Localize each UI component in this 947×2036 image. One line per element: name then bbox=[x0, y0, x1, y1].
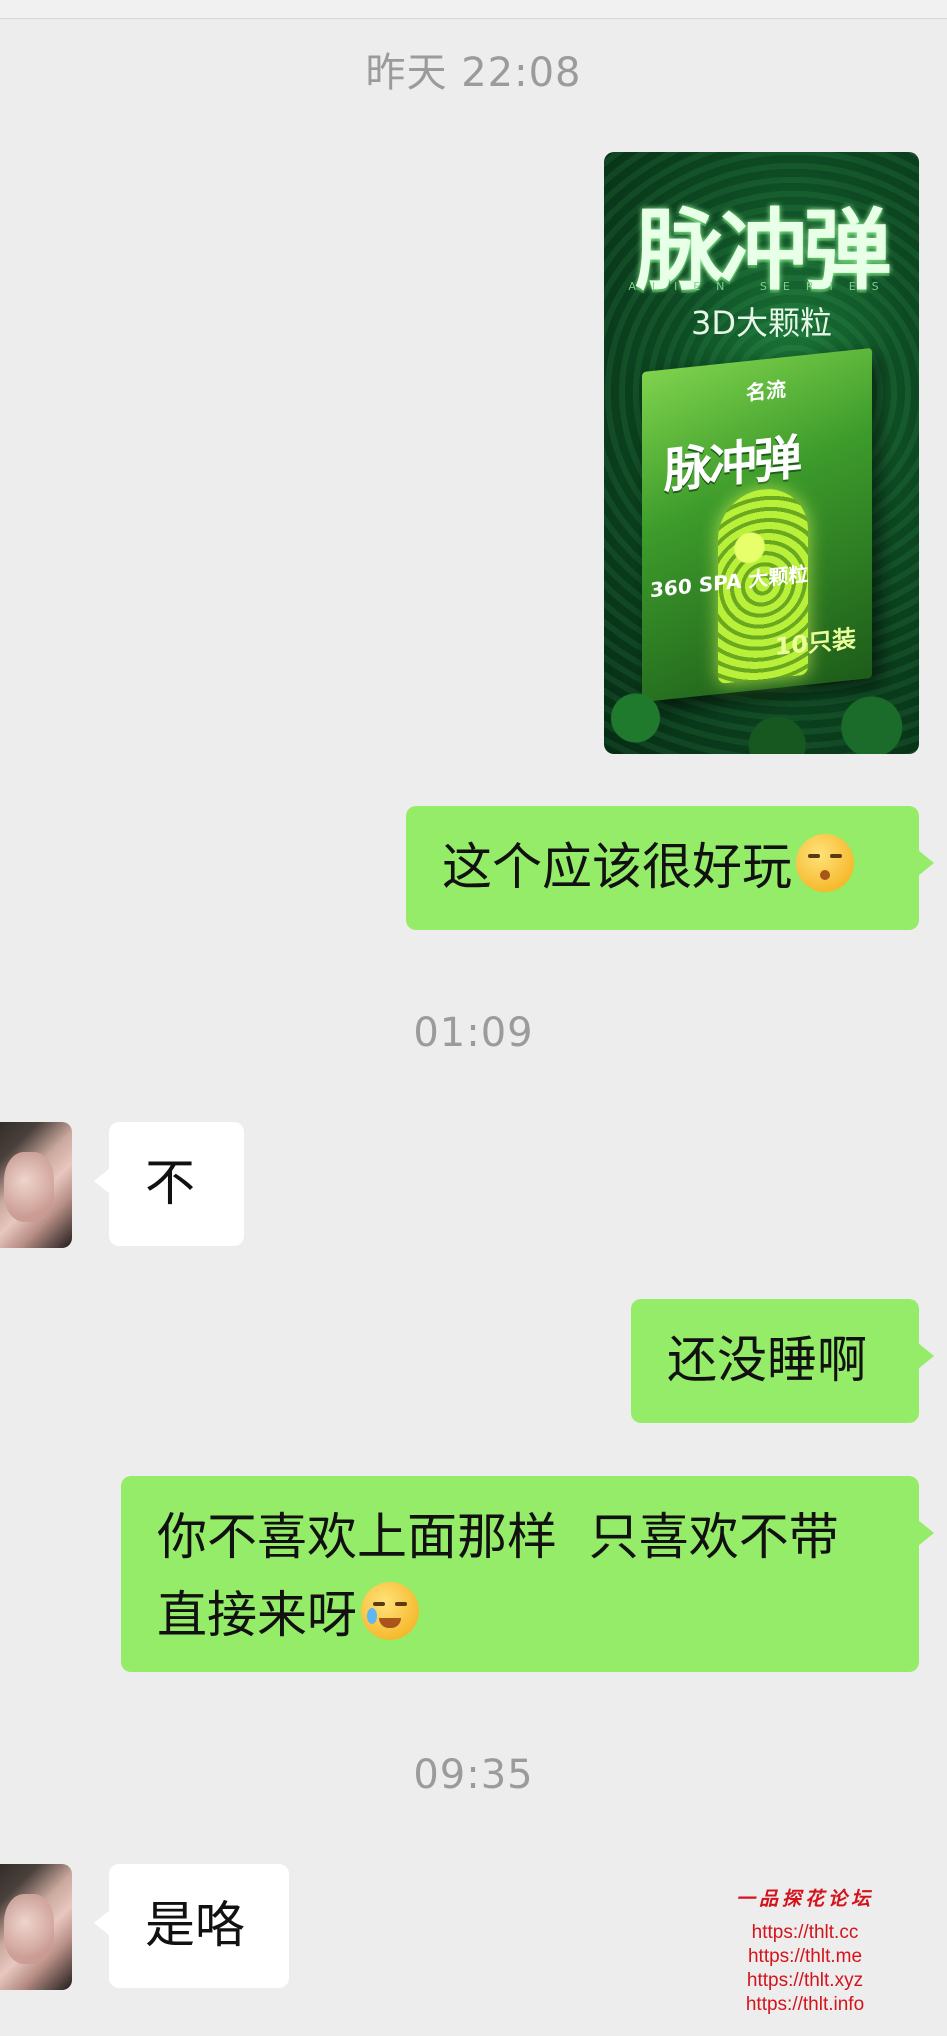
message-bubble-outgoing[interactable]: 这个应该很好玩 bbox=[406, 806, 934, 930]
message-text-line1: 你不喜欢上面那样 只喜欢不带 bbox=[157, 1508, 839, 1566]
box-title: 脉冲弹 bbox=[664, 429, 800, 500]
top-divider bbox=[0, 0, 947, 19]
shushing-face-icon bbox=[796, 834, 854, 892]
message-text: 不 bbox=[145, 1154, 195, 1212]
message-text: 是咯 bbox=[145, 1896, 245, 1954]
box-brand: 名流 bbox=[746, 376, 786, 406]
watermark-link: https://thlt.xyz bbox=[746, 1970, 864, 1991]
message-text: 这个应该很好玩 bbox=[442, 838, 792, 896]
timestamp: 昨天 22:08 bbox=[365, 50, 582, 96]
image-subtitle: 3D大颗粒 bbox=[690, 304, 832, 342]
contact-avatar[interactable] bbox=[0, 1122, 72, 1248]
image-foreground-spheres bbox=[604, 664, 919, 754]
timestamp: 09:35 bbox=[413, 1752, 534, 1798]
message-bubble-outgoing[interactable]: 还没睡啊 bbox=[631, 1299, 934, 1423]
message-bubble-incoming[interactable]: 不 bbox=[94, 1122, 244, 1246]
timestamp: 01:09 bbox=[413, 1010, 534, 1056]
product-box: 名流 脉冲弹 360 SPA 大颗粒 10只装 bbox=[642, 347, 872, 703]
crying-laughing-face-icon bbox=[361, 1582, 419, 1640]
watermark-title: 一品探花论坛 bbox=[735, 1888, 874, 1910]
contact-avatar[interactable] bbox=[0, 1864, 72, 1990]
message-bubble-outgoing[interactable]: 你不喜欢上面那样 只喜欢不带 直接来呀 bbox=[121, 1476, 934, 1672]
watermark-link: https://thlt.cc bbox=[751, 1922, 859, 1943]
watermark-link: https://thlt.me bbox=[747, 1946, 863, 1967]
message-text-line2: 直接来呀 bbox=[157, 1586, 357, 1644]
message-bubble-incoming[interactable]: 是咯 bbox=[94, 1864, 289, 1988]
product-image-message[interactable]: 脉冲弹 ALIEN SERIES 3D大颗粒 名流 脉冲弹 360 SPA 大颗… bbox=[604, 152, 919, 754]
message-text: 还没睡啊 bbox=[667, 1331, 867, 1389]
watermark-link: https://thlt.info bbox=[745, 1994, 865, 2015]
image-series-text: ALIEN SERIES bbox=[628, 280, 895, 293]
box-count-label: 10只装 bbox=[774, 624, 856, 662]
watermark: 一品探花论坛 https://thlt.cc https://thlt.me h… bbox=[720, 1884, 890, 2017]
